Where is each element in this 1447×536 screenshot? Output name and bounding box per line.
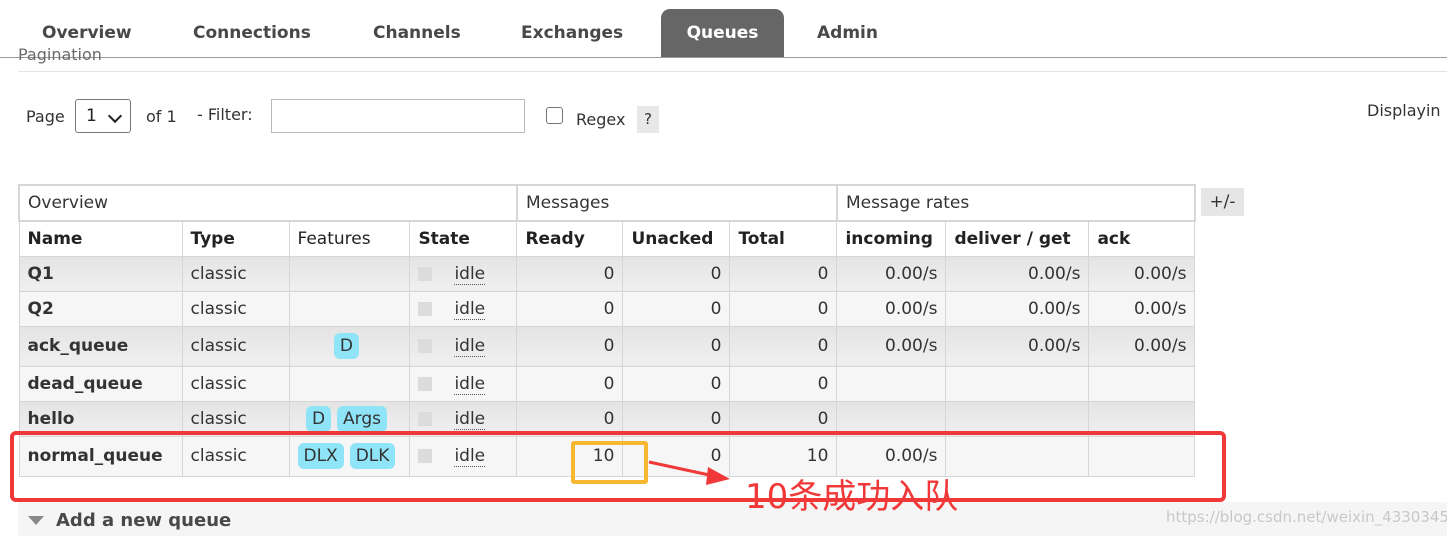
rate-deliver-get: 0.00/s [945,325,1090,367]
state-label: idle [454,408,486,430]
messages-total: 0 [729,365,838,402]
column-header-deliver-get[interactable]: deliver / get [945,220,1090,257]
table-row[interactable]: Q2 classic idle 0 0 0 0.00/s 0.00/s 0.00/s [18,290,1196,327]
annotation-arrow-icon [648,460,730,485]
table-row[interactable]: ack_queue classic Didle 0 0 0 0.00/s 0.00/s 0.00… [18,325,1196,367]
tab-admin[interactable]: Admin [817,9,878,57]
filter-input[interactable] [271,99,525,133]
rate-deliver-get [945,365,1090,402]
queue-type: classic [181,290,290,327]
state-indicator-icon [418,376,433,391]
state-label: idle [454,373,486,395]
rate-ack [1088,365,1196,402]
table-group-header: Overview Messages Message rates [18,184,1196,222]
feature-badge[interactable]: D [333,333,360,359]
state-indicator-icon [418,339,433,353]
rate-ack: 0.00/s [1088,290,1196,327]
rate-incoming: 0.00/s [836,290,947,327]
queue-features [288,255,411,292]
messages-total: 0 [729,255,838,292]
tab-queues[interactable]: Queues [661,9,784,57]
queue-state: idle [409,255,518,292]
collapse-triangle-icon [28,516,44,525]
column-header-name[interactable]: Name [18,220,183,257]
state-indicator-icon [418,266,433,281]
toggle-columns-button[interactable]: +/- [1201,188,1244,216]
table-row[interactable]: dead_queue classic idle 0 0 0 [18,365,1196,402]
queue-state: idle [409,290,518,327]
page-count-label: of 1 [146,107,177,126]
state-indicator-icon [418,301,433,316]
messages-unacked: 0 [622,365,731,402]
messages-total: 0 [729,325,838,367]
messages-ready: 0 [516,290,624,327]
feature-badge[interactable]: D [305,405,332,432]
table-column-header: Name Type Features State Ready Unacked T… [18,220,1196,257]
column-header-ack[interactable]: ack [1088,220,1196,257]
column-header-features: Features [288,220,411,257]
state-indicator-icon [418,411,433,426]
state-label: idle [454,263,486,285]
section-heading[interactable]: Pagination [18,45,102,66]
queue-features [288,290,411,327]
queue-type: classic [181,325,290,367]
divider [18,71,1447,72]
messages-ready: 0 [516,365,624,402]
column-header-total[interactable]: Total [729,220,838,257]
messages-total: 0 [729,290,838,327]
queue-name-link[interactable]: dead_queue [18,365,183,402]
group-header-overview: Overview [18,184,518,222]
group-header-messages: Messages [515,184,838,222]
add-queue-label: Add a new queue [56,510,232,531]
messages-ready: 0 [516,325,624,367]
rate-ack: 0.00/s [1088,325,1196,367]
messages-ready: 0 [516,255,624,292]
queue-name-link[interactable]: Q1 [18,255,183,292]
annotation-text: 10条成功入队 [745,477,959,517]
state-label: idle [454,336,486,357]
queue-name-link[interactable]: ack_queue [18,325,183,367]
regex-label: Regex [576,110,626,129]
messages-unacked: 0 [622,255,731,292]
group-header-message-rates: Message rates [835,184,1196,222]
queue-state: idle [409,325,518,367]
column-header-ready[interactable]: Ready [516,220,624,257]
chevron-down-icon [107,108,123,124]
rate-ack: 0.00/s [1088,255,1196,292]
regex-checkbox[interactable] [546,107,563,124]
annotation-highlight-ready [571,441,648,484]
column-header-incoming[interactable]: incoming [836,220,947,257]
rate-incoming: 0.00/s [836,325,947,367]
rate-deliver-get: 0.00/s [945,255,1090,292]
messages-unacked: 0 [622,325,731,367]
rate-incoming: 0.00/s [836,255,947,292]
page-select[interactable]: 1 [75,99,131,133]
column-header-state[interactable]: State [409,220,518,257]
nav-tabs: Overview Connections Channels Exchanges … [0,0,1447,58]
feature-badge[interactable]: Args [337,405,387,432]
rate-incoming [836,365,947,402]
state-label: idle [454,298,486,320]
help-button[interactable]: ? [637,106,659,133]
queue-state: idle [409,365,518,402]
queue-features [288,365,411,402]
page-label: Page [26,107,65,126]
tab-exchanges[interactable]: Exchanges [521,9,623,57]
filter-label: - Filter: [197,105,253,124]
queue-type: classic [181,255,290,292]
queue-type: classic [181,365,290,402]
table-row[interactable]: Q1 classic idle 0 0 0 0.00/s 0.00/s 0.00/s [18,255,1196,292]
messages-unacked: 0 [622,290,731,327]
displaying-label: Displayin [1367,101,1441,120]
queue-name-link[interactable]: Q2 [18,290,183,327]
tab-channels[interactable]: Channels [373,9,461,57]
tab-connections[interactable]: Connections [193,9,311,57]
watermark: https://blog.csdn.net/weixin_43303455 [1166,508,1447,526]
column-header-type[interactable]: Type [181,220,290,257]
column-header-unacked[interactable]: Unacked [622,220,731,257]
page-select-value: 1 [86,106,97,126]
queue-features: D [288,325,411,367]
rate-deliver-get: 0.00/s [945,290,1090,327]
